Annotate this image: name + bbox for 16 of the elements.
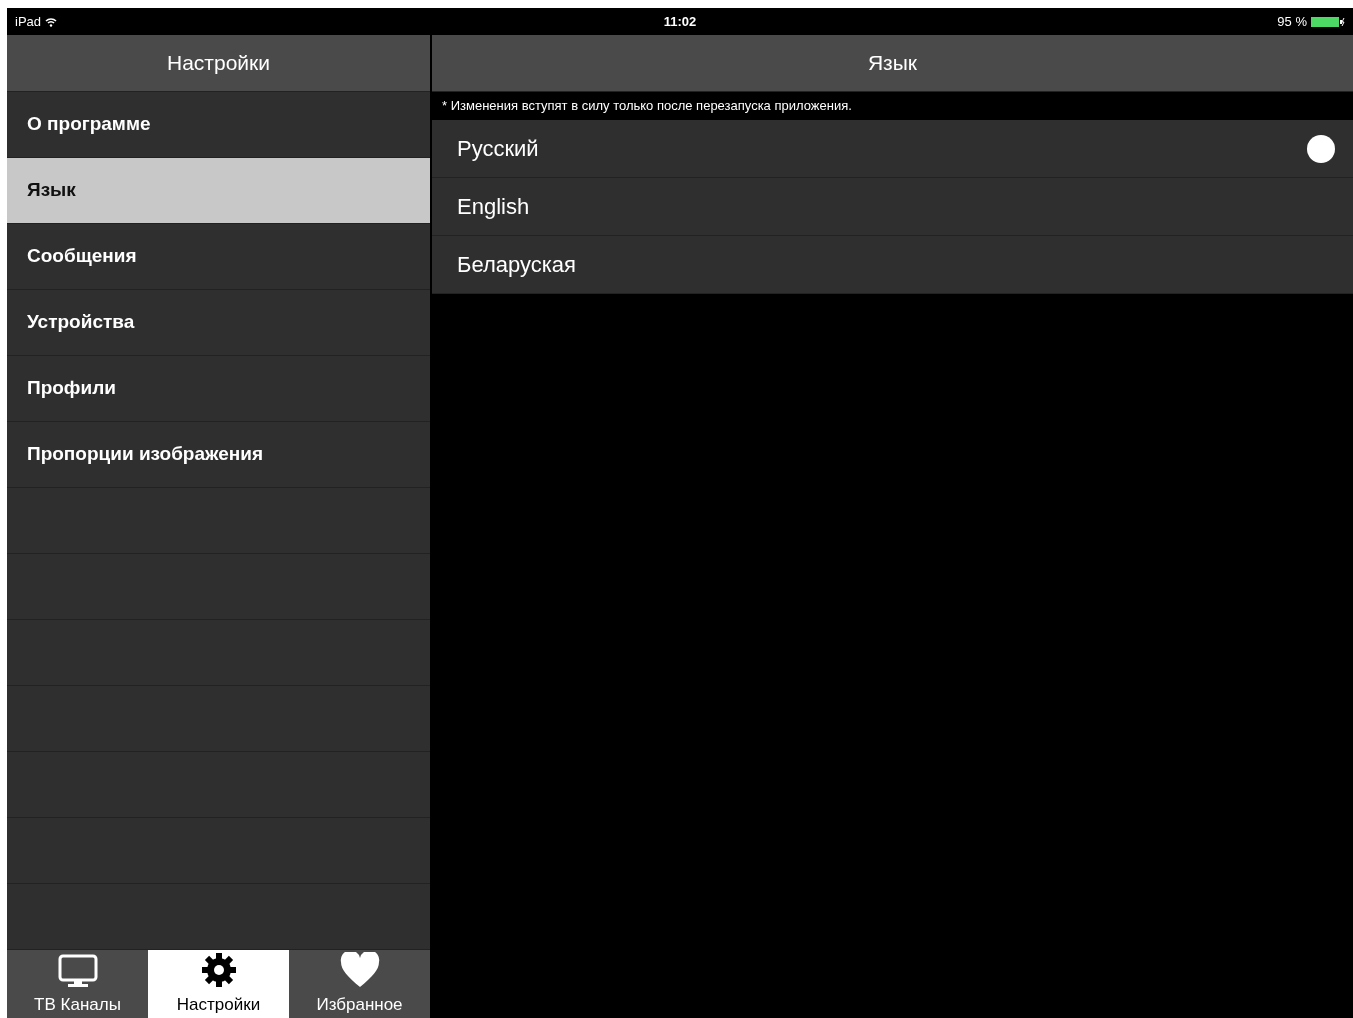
wifi-icon bbox=[45, 16, 58, 27]
device-name: iPad bbox=[15, 12, 42, 31]
language-option[interactable]: Русский bbox=[432, 120, 1353, 178]
heart-icon bbox=[339, 951, 380, 988]
detail-title: Язык bbox=[432, 35, 1353, 92]
sidebar-item[interactable]: Язык bbox=[7, 158, 430, 224]
battery-icon bbox=[1311, 15, 1345, 28]
settings-icon bbox=[200, 951, 237, 988]
sidebar-title: Настройки bbox=[7, 35, 430, 92]
language-option[interactable]: English bbox=[432, 178, 1353, 236]
clock-time: 11:02 bbox=[663, 12, 697, 31]
battery-percentage: 95 % bbox=[1277, 12, 1307, 31]
language-option[interactable]: Беларуская bbox=[432, 236, 1353, 294]
tab-bar-item[interactable]: Настройки bbox=[148, 950, 289, 1018]
restart-note: * Изменения вступят в силу только после перезапуска приложения. bbox=[441, 97, 853, 116]
monitor-icon bbox=[57, 953, 98, 988]
